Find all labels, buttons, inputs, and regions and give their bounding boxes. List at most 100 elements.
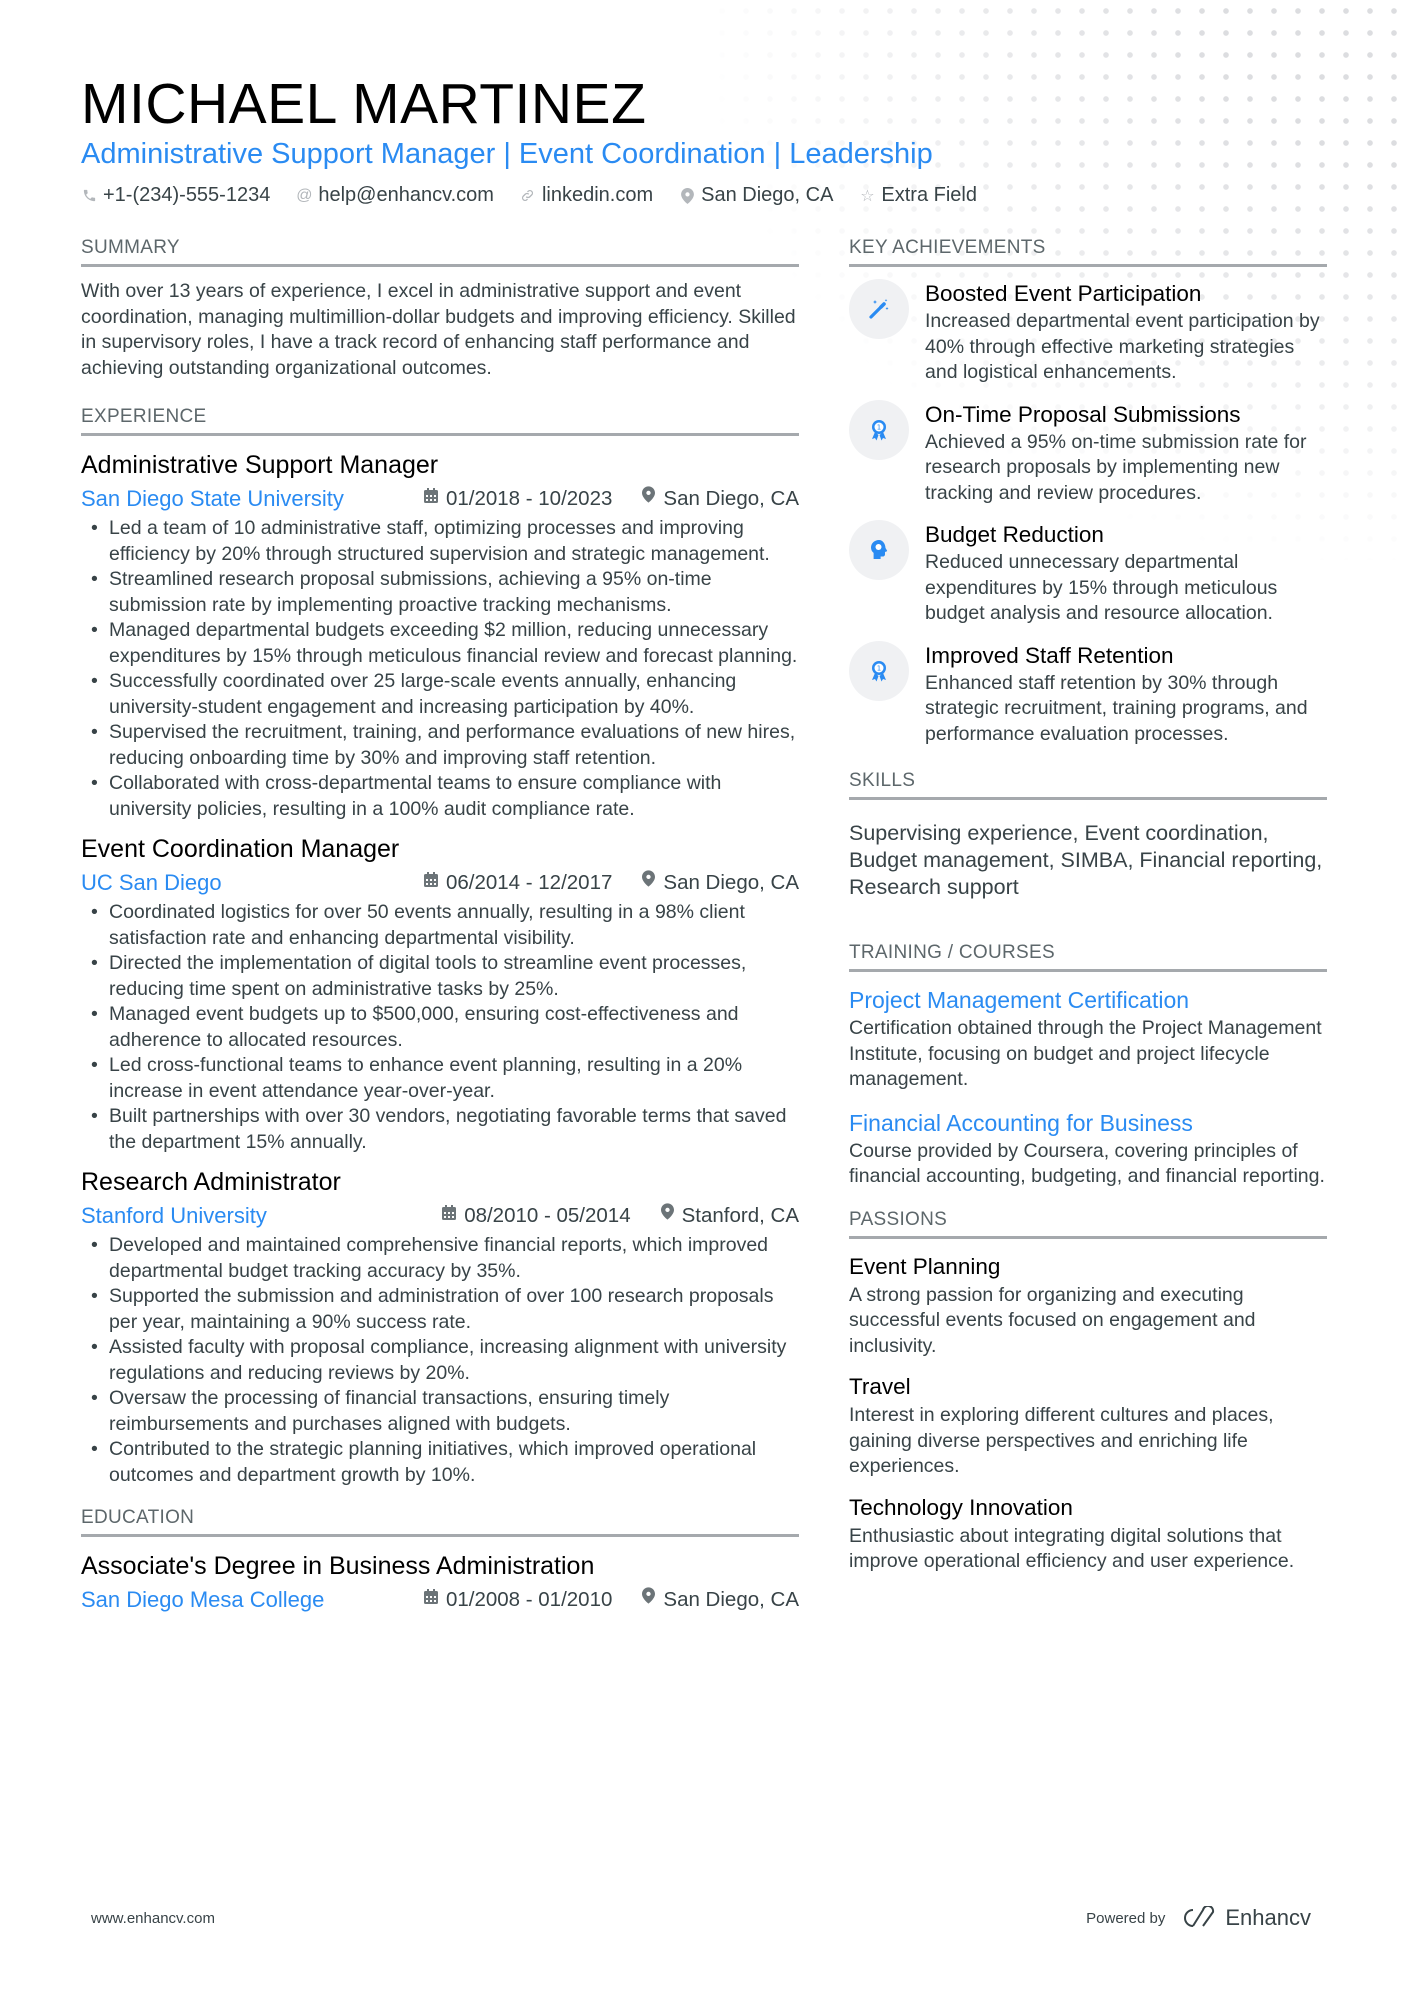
course-item: Financial Accounting for Business Course… [849,1107,1327,1190]
summary-section: SUMMARY With over 13 years of experience… [81,236,799,381]
job-dates: 01/2018 - 10/2023 [423,482,613,516]
passion-desc: Enthusiastic about integrating digital s… [849,1524,1295,1573]
job-meta: San Diego State University 01/2018 - 10/… [81,482,799,516]
job-bullet: Developed and maintained comprehensive f… [81,1233,799,1284]
section-title-experience: EXPERIENCE [81,405,799,436]
job-bullet: Streamlined research proposal submission… [81,567,799,618]
job-company[interactable]: UC San Diego [81,866,424,900]
section-title-education: EDUCATION [81,1506,799,1537]
job-location: San Diego, CA [642,482,799,516]
job-title: Event Coordination Manager [81,835,400,863]
education-section: EDUCATION Associate's Degree in Business… [81,1506,799,1617]
summary-text: With over 13 years of experience, I exce… [81,280,796,379]
link-icon [520,188,536,203]
experience-item: Administrative Support Manager San Diego… [81,448,799,822]
job-bullet: Oversaw the processing of financial tran… [81,1386,799,1437]
calendar-icon [423,482,438,516]
job-dates: 08/2010 - 05/2014 [442,1199,631,1233]
magic-wand-icon [849,279,909,339]
contact-list: +1-(234)-555-1234 @ help@enhancv.com lin… [81,184,1331,207]
education-location-text: San Diego, CA [663,1588,799,1611]
job-location-text: San Diego, CA [663,487,799,510]
passion-item: Event Planning A strong passion for orga… [849,1251,1327,1360]
job-bullet: Built partnerships with over 30 vendors,… [81,1104,799,1155]
achievement-desc: Enhanced staff retention by 30% through … [925,671,1308,745]
passion-item: Travel Interest in exploring different c… [849,1371,1327,1480]
contact-linkedin[interactable]: linkedin.com [520,184,653,207]
course-title[interactable]: Financial Accounting for Business [849,1107,1327,1139]
education-location: San Diego, CA [642,1583,799,1617]
course-desc: Certification obtained through the Proje… [849,1017,1322,1090]
education-dates-text: 01/2008 - 01/2010 [445,1588,613,1611]
footer-url-link[interactable]: www.enhancv.com [91,1910,215,1927]
achievement-title: Budget Reduction [925,522,1104,547]
achievement-desc: Increased departmental event participati… [925,310,1320,383]
contact-phone[interactable]: +1-(234)-555-1234 [81,184,270,207]
job-company[interactable]: San Diego State University [81,482,424,516]
achievement-item: Budget Reduction Reduced unnecessary dep… [849,520,1327,627]
job-bullet: Directed the implementation of digital t… [81,951,799,1002]
contact-extra-text: Extra Field [881,184,977,206]
job-dates-text: 06/2014 - 12/2017 [445,871,613,894]
phone-icon [81,188,97,203]
job-bullets: Developed and maintained comprehensive f… [81,1233,799,1488]
passion-title: Event Planning [849,1253,1001,1279]
section-title-skills: SKILLS [849,769,1327,800]
contact-linkedin-text: linkedin.com [541,184,654,206]
section-title-summary: SUMMARY [81,236,799,267]
footer-brand: Powered by Enhancv [1086,1905,1311,1931]
location-icon [679,187,695,204]
job-title: Research Administrator [81,1168,341,1196]
award-ribbon-icon: 1 [849,399,909,460]
right-column: KEY ACHIEVEMENTS Boosted Event Participa… [849,236,1327,1599]
education-meta: San Diego Mesa College 01/2008 - 01/2010… [81,1583,799,1617]
job-title: Administrative Support Manager [81,451,439,479]
location-icon [642,866,656,900]
contact-extra: ☆ Extra Field [859,184,977,207]
job-bullet: Managed departmental budgets exceeding $… [81,618,799,669]
contact-email[interactable]: @ help@enhancv.com [296,184,494,207]
job-company[interactable]: Stanford University [81,1199,442,1233]
passion-title: Technology Innovation [849,1494,1073,1520]
degree-title: Associate's Degree in Business Administr… [81,1552,595,1580]
achievement-title: Improved Staff Retention [925,642,1174,668]
calendar-icon [423,1583,438,1617]
award-ribbon-icon: 1 [849,640,909,701]
job-location: Stanford, CA [660,1199,799,1233]
resume-header: MICHAEL MARTINEZ Administrative Support … [81,72,1331,207]
contact-location: San Diego, CA [679,184,833,207]
job-bullet: Contributed to the strategic planning in… [81,1437,799,1488]
achievement-body: Improved Staff Retention Enhanced staff … [925,641,1327,748]
footer: www.enhancv.com Powered by Enhancv [91,1905,1311,1931]
calendar-icon [442,1199,457,1233]
job-bullets: Coordinated logistics for over 50 events… [81,900,799,1155]
section-title-training: TRAINING / COURSES [849,941,1327,972]
achievements-section: KEY ACHIEVEMENTS Boosted Event Participa… [849,236,1327,747]
course-title[interactable]: Project Management Certification [849,984,1327,1016]
job-bullet: Led a team of 10 administrative staff, o… [81,516,799,567]
passion-title: Travel [849,1374,911,1399]
location-icon [660,1199,674,1233]
skills-section: SKILLS Supervising experience, Event coo… [849,769,1327,901]
section-title-passions: PASSIONS [849,1208,1327,1239]
job-bullet: Assisted faculty with proposal complianc… [81,1335,799,1386]
job-bullets: Led a team of 10 administrative staff, o… [81,516,799,822]
job-bullet: Coordinated logistics for over 50 events… [81,900,799,951]
achievement-title: On-Time Proposal Submissions [925,401,1241,427]
school-name[interactable]: San Diego Mesa College [81,1583,424,1617]
job-bullet: Successfully coordinated over 25 large-s… [81,669,799,720]
achievement-item: Boosted Event Participation Increased de… [849,279,1327,386]
education-dates: 01/2008 - 01/2010 [423,1583,613,1617]
candidate-name: MICHAEL MARTINEZ [81,72,647,136]
job-dates-text: 01/2018 - 10/2023 [445,487,613,510]
resume-page: MICHAEL MARTINEZ Administrative Support … [0,0,1410,1995]
enhancv-logo-text: Enhancv [1225,1905,1311,1930]
passion-desc: Interest in exploring different cultures… [849,1404,1274,1477]
achievement-body: Boosted Event Participation Increased de… [925,279,1327,386]
experience-item: Research Administrator Stanford Universi… [81,1165,799,1488]
job-bullet: Collaborated with cross-departmental tea… [81,771,799,822]
enhancv-logo[interactable]: Enhancv [1179,1905,1311,1931]
job-bullet: Led cross-functional teams to enhance ev… [81,1053,799,1104]
education-item: Associate's Degree in Business Administr… [81,1549,799,1617]
job-location: San Diego, CA [642,866,799,900]
